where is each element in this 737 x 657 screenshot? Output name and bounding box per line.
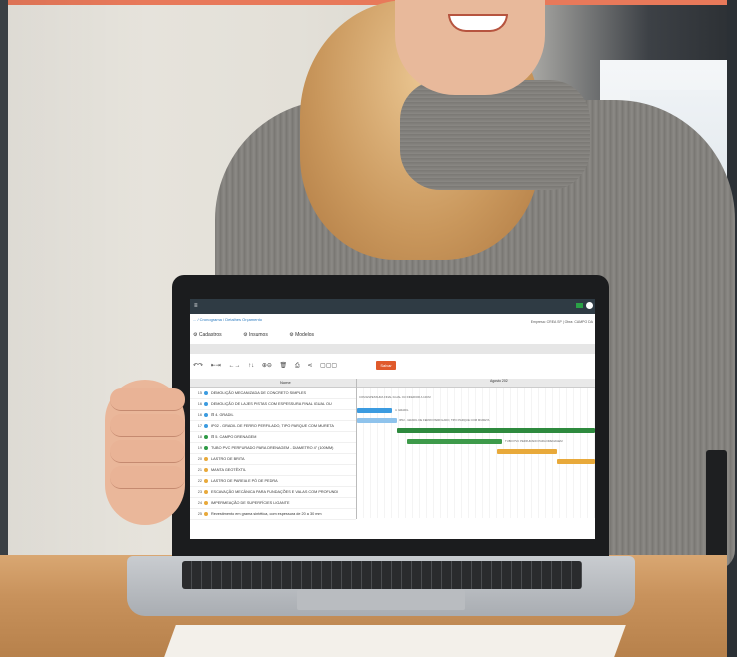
table-row[interactable]: 16 DEMOLIÇÃO DE LAJES PISTAS COM ESPESSUR… (190, 399, 356, 410)
tab-label: Modelos (295, 332, 315, 338)
tab-label: Cadastros (198, 332, 222, 338)
status-dot-icon (204, 479, 208, 483)
finger (110, 414, 185, 437)
status-dot-icon (204, 413, 208, 417)
smile (448, 14, 508, 32)
row-name: ESCAVAÇÃO MECÂNICA PARA FUNDAÇÕES E VALA… (211, 490, 339, 494)
subheader-band (190, 344, 595, 354)
status-dot-icon (204, 424, 208, 428)
user-avatar-icon[interactable] (586, 302, 593, 309)
tab-insumos[interactable]: ⚙ Insumos (243, 332, 278, 338)
zoom-icon[interactable]: ⊕⊖ (262, 363, 272, 369)
row-name: Revestimento em grama sintética, com esp… (211, 512, 322, 516)
row-number: 25 (197, 512, 202, 516)
app-header: ≡ (190, 299, 595, 314)
row-name: LASTRO DE BRITA (211, 457, 245, 461)
gantt-bar[interactable] (557, 459, 595, 464)
column-header-name[interactable]: Nome (280, 380, 291, 385)
table-row[interactable]: 17 IP02 - GRADIL DE FERRO PERFILADO, TIPO… (190, 421, 356, 432)
toolbar: ↶↷ ⇤⇥ ←→ ↑↓ ⊕⊖ 🗑 ⎙ ⋖ ▢▢▢ (193, 362, 343, 372)
print-icon[interactable]: ⎙ (295, 363, 300, 369)
gantt-chart: COM ESPESSURA FINAL IGUAL OU INFERIOR A … (357, 388, 595, 518)
table-row[interactable]: 16 ⊟ 4. GRADIL (190, 410, 356, 421)
status-dot-icon (204, 391, 208, 395)
gantt-bar[interactable] (407, 439, 502, 444)
row-name: TUBO PVC PERFURADO PARA DRENAGEM - DIAME… (211, 446, 334, 450)
row-name: IMPERMEAÇÃO DE SUPERFÍCIES LIGANTE (211, 501, 290, 505)
row-number: 19 (197, 446, 202, 450)
finger (110, 440, 185, 463)
row-number: 22 (197, 479, 202, 483)
table-row[interactable]: 21 MANTA GEOTÊXTIL (190, 465, 356, 476)
row-name: DEMOLIÇÃO MECANIZADA DE CONCRETO SIMPLES (211, 391, 307, 395)
finger (110, 466, 185, 489)
task-list: 15 DEMOLIÇÃO MECANIZADA DE CONCRETO SIMPL… (190, 388, 356, 520)
breadcrumb[interactable]: ... / Cronograma / Detalhes Orçamento (193, 317, 262, 322)
gantt-label: COM ESPESSURA FINAL IGUAL OU INFERIOR A … (359, 395, 431, 399)
gantt-bar[interactable] (497, 449, 557, 454)
laptop-keyboard (182, 561, 582, 589)
laptop-screen: ≡ ... / Cronograma / Detalhes Orçamento … (190, 299, 595, 539)
status-dot-icon (204, 501, 208, 505)
gantt-label: 4. GRADIL (395, 408, 409, 412)
turtleneck-collar (400, 80, 590, 190)
row-name: ⊟ 4. GRADIL (211, 413, 234, 417)
grid-header (190, 379, 595, 388)
status-dot-icon (204, 490, 208, 494)
tab-cadastros[interactable]: ⚙ Cadastros (193, 332, 232, 338)
photo-scene: ≡ ... / Cronograma / Detalhes Orçamento … (0, 0, 737, 657)
menu-icon[interactable]: ≡ (194, 303, 198, 309)
status-dot-icon (204, 402, 208, 406)
row-name: MANTA GEOTÊXTIL (211, 468, 247, 472)
status-dot-icon (204, 512, 208, 516)
up-down-icon[interactable]: ↑↓ (248, 363, 254, 369)
status-dot-icon (204, 457, 208, 461)
status-dot-icon (204, 446, 208, 450)
table-row[interactable]: 19 TUBO PVC PERFURADO PARA DRENAGEM - DIA… (190, 443, 356, 454)
row-number: 21 (197, 468, 202, 472)
company-info: Empresa: CREA SP | Obra: CAMPO DA (530, 320, 593, 324)
row-name: IP02 - GRADIL DE FERRO PERFILADO, TIPO P… (211, 424, 334, 428)
row-number: 16 (197, 413, 202, 417)
tab-label: Insumos (248, 332, 268, 338)
save-button[interactable]: Salvar (376, 361, 396, 370)
table-row[interactable]: 15 DEMOLIÇÃO MECANIZADA DE CONCRETO SIMPL… (190, 388, 356, 399)
row-name: ⊟ 5. CAMPO DRENAGEM (211, 435, 257, 439)
gantt-bar[interactable] (357, 418, 397, 423)
table-row[interactable]: 24 IMPERMEAÇÃO DE SUPERFÍCIES LIGANTE (190, 498, 356, 509)
table-row[interactable]: 25 Revestimento em grama sintética, com e… (190, 509, 356, 520)
table-row[interactable]: 20 LASTRO DE BRITA (190, 454, 356, 465)
row-number: 23 (197, 490, 202, 494)
row-number: 16 (197, 402, 202, 406)
row-number: 18 (197, 435, 202, 439)
move-arrows-icon[interactable]: ←→ (228, 363, 240, 369)
undo-redo-icon[interactable]: ↶↷ (193, 363, 203, 369)
indent-icon[interactable]: ⇤⇥ (211, 363, 221, 369)
gantt-label: IP02 - GRADIL DE FERRO PERFILADO, TIPO P… (399, 418, 490, 422)
table-row[interactable]: 22 LASTRO DE PAREIA E PÓ DE PEDRA (190, 476, 356, 487)
gantt-month-label: Agosto 202 (490, 379, 508, 383)
laptop-touchpad (297, 590, 465, 610)
nav-tabs: ⚙ Cadastros ⚙ Insumos ⚙ Modelos (193, 332, 334, 338)
row-number: 24 (197, 501, 202, 505)
row-name: LASTRO DE PAREIA E PÓ DE PEDRA (211, 479, 278, 483)
gantt-bar[interactable] (357, 408, 392, 413)
row-number: 20 (197, 457, 202, 461)
row-name: DEMOLIÇÃO DE LAJES PISTAS COM ESPESSURA … (211, 402, 332, 406)
row-number: 15 (197, 391, 202, 395)
flag-icon[interactable] (576, 303, 583, 308)
row-number: 17 (197, 424, 202, 428)
status-dot-icon (204, 435, 208, 439)
gantt-bar[interactable] (397, 428, 595, 433)
tab-modelos[interactable]: ⚙ Modelos (289, 332, 324, 338)
paper-sheet (164, 625, 626, 657)
view-toggle-icon[interactable]: ▢▢▢ (320, 363, 337, 369)
gantt-label: TUBO PVC PERFURADO PARA DRENAGEM (505, 439, 563, 443)
trash-icon[interactable]: 🗑 (280, 363, 288, 369)
table-row[interactable]: 18 ⊟ 5. CAMPO DRENAGEM (190, 432, 356, 443)
share-icon[interactable]: ⋖ (307, 363, 312, 369)
table-row[interactable]: 23 ESCAVAÇÃO MECÂNICA PARA FUNDAÇÕES E VA… (190, 487, 356, 498)
status-dot-icon (204, 468, 208, 472)
finger (110, 388, 185, 411)
